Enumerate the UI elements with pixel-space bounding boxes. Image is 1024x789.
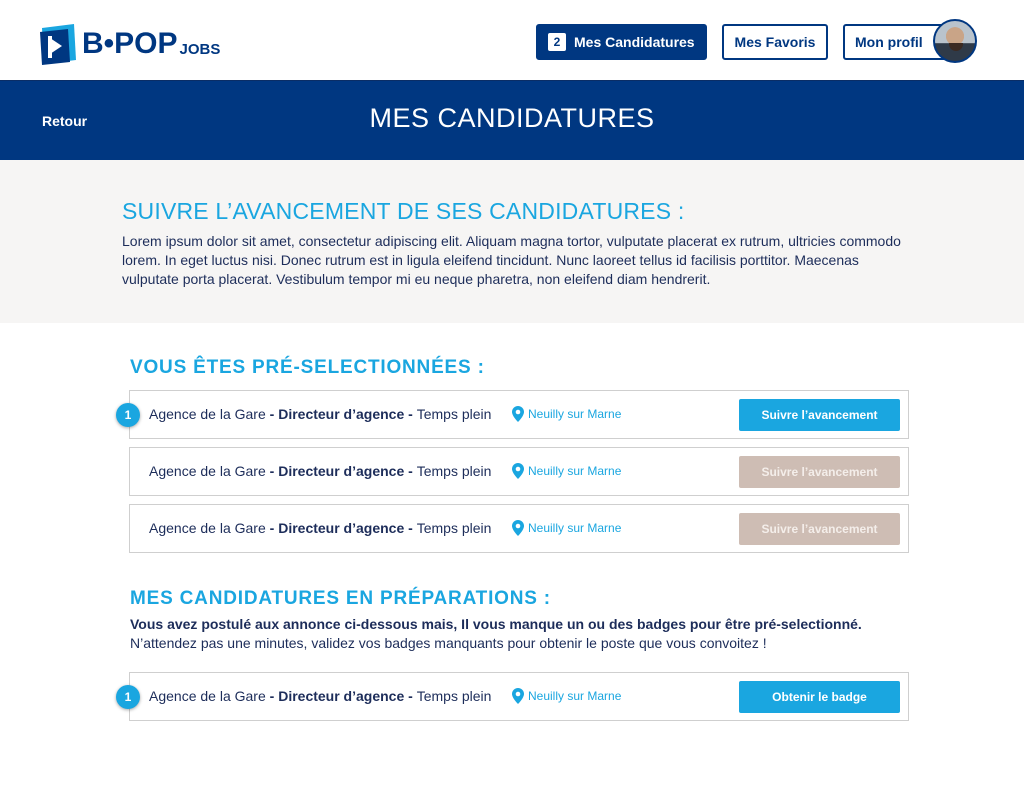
logo-mark-icon	[38, 24, 78, 65]
avatar[interactable]	[933, 19, 977, 63]
location-pin-icon	[512, 406, 524, 422]
candidatures-count-badge: 2	[548, 33, 566, 51]
preselected-title: VOUS ÊTES PRÉ-SELECTIONNÉES :	[130, 357, 485, 378]
job-location: Neuilly sur Marne	[512, 688, 621, 704]
job-sep: -	[265, 406, 279, 422]
mes-candidatures-button[interactable]: 2 Mes Candidatures	[536, 24, 707, 60]
suivre-avancement-button[interactable]: Suivre l’avancement	[739, 456, 900, 488]
job-description[interactable]: Agence de la Gare - Directeur d’agence -…	[149, 463, 491, 479]
intro-title: SUIVRE L’AVANCEMENT DE SES CANDIDATURES …	[122, 198, 685, 224]
mon-profil-label: Mon profil	[855, 34, 923, 50]
job-role: Directeur d’agence	[278, 406, 405, 422]
job-sep: -	[404, 520, 417, 536]
job-location-label: Neuilly sur Marne	[528, 407, 622, 421]
obtenir-badge-button[interactable]: Obtenir le badge	[739, 681, 900, 713]
location-pin-icon	[512, 463, 524, 479]
job-agency: Agence de la Gare	[149, 688, 266, 704]
job-sep: -	[404, 406, 417, 422]
job-location: Neuilly sur Marne	[512, 406, 621, 422]
job-sep: -	[404, 688, 417, 704]
job-contract: Temps plein	[416, 520, 492, 536]
job-location: Neuilly sur Marne	[512, 463, 621, 479]
job-role: Directeur d’agence	[278, 688, 405, 704]
job-agency: Agence de la Gare	[149, 463, 266, 479]
intro-section: SUIVRE L’AVANCEMENT DE SES CANDIDATURES …	[0, 160, 1024, 323]
job-sep: -	[404, 463, 417, 479]
logo-brand: B•POP	[82, 27, 178, 60]
mes-candidatures-label: Mes Candidatures	[574, 34, 695, 50]
suivre-avancement-button[interactable]: Suivre l’avancement	[739, 513, 900, 545]
mes-favoris-label: Mes Favoris	[734, 34, 816, 50]
preparation-bold-text: Vous avez postulé aux annonce ci-dessous…	[130, 616, 862, 632]
top-header: B•POP JOBS 2 Mes Candidatures Mes Favori…	[0, 0, 1024, 80]
job-row: 1 Agence de la Gare - Directeur d’agence …	[116, 390, 909, 439]
notification-count-badge: 1	[116, 685, 140, 709]
logo-sub: JOBS	[179, 41, 221, 58]
preparation-title: MES CANDIDATURES EN PRÉPARATIONS :	[130, 588, 551, 609]
job-description[interactable]: Agence de la Gare - Directeur d’agence -…	[149, 406, 491, 422]
job-agency: Agence de la Gare	[149, 520, 266, 536]
job-contract: Temps plein	[416, 406, 492, 422]
job-agency: Agence de la Gare	[149, 406, 266, 422]
job-row: 1 Agence de la Gare - Directeur d’agence …	[116, 672, 909, 721]
job-role: Directeur d’agence	[278, 463, 405, 479]
job-contract: Temps plein	[416, 463, 492, 479]
job-description[interactable]: Agence de la Gare - Directeur d’agence -…	[149, 520, 491, 536]
job-sep: -	[265, 463, 279, 479]
job-role: Directeur d’agence	[278, 520, 405, 536]
job-location: Neuilly sur Marne	[512, 520, 621, 536]
job-contract: Temps plein	[416, 688, 492, 704]
mes-favoris-button[interactable]: Mes Favoris	[722, 24, 828, 60]
notification-count-badge: 1	[116, 403, 140, 427]
job-description[interactable]: Agence de la Gare - Directeur d’agence -…	[149, 688, 491, 704]
job-sep: -	[265, 520, 279, 536]
suivre-avancement-button[interactable]: Suivre l’avancement	[739, 399, 900, 431]
title-bar: Retour MES CANDIDATURES	[0, 80, 1024, 160]
preparation-text: N’attendez pas une minutes, validez vos …	[130, 635, 767, 651]
location-pin-icon	[512, 688, 524, 704]
location-pin-icon	[512, 520, 524, 536]
bpop-jobs-logo[interactable]: B•POP JOBS	[38, 20, 221, 65]
job-row: Agence de la Gare - Directeur d’agence -…	[129, 504, 909, 553]
job-location-label: Neuilly sur Marne	[528, 689, 622, 703]
job-sep: -	[265, 688, 279, 704]
intro-text: Lorem ipsum dolor sit amet, consectetur …	[122, 233, 901, 287]
job-location-label: Neuilly sur Marne	[528, 464, 622, 478]
job-location-label: Neuilly sur Marne	[528, 521, 622, 535]
job-row: Agence de la Gare - Directeur d’agence -…	[129, 447, 909, 496]
page-title: MES CANDIDATURES	[369, 103, 655, 133]
